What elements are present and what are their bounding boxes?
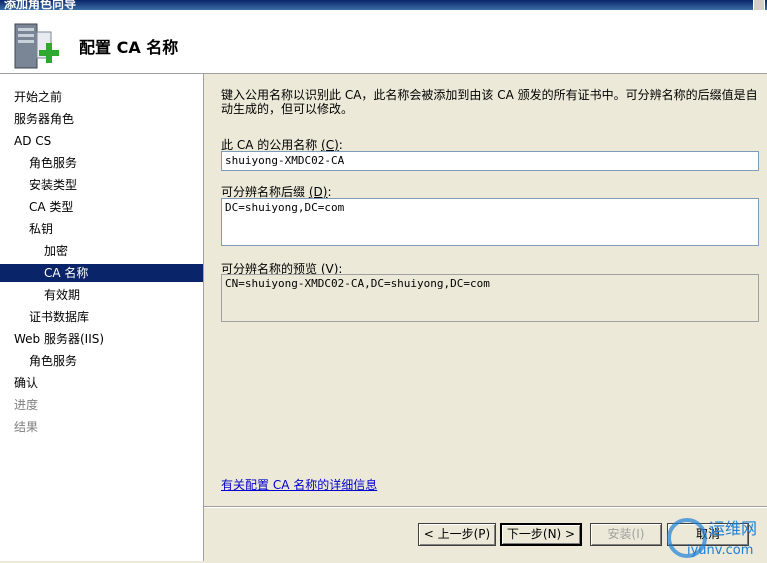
sidebar-item[interactable]: 角色服务 xyxy=(0,154,232,172)
sidebar-item[interactable]: 私钥 xyxy=(0,220,232,238)
wizard-header: 配置 CA 名称 xyxy=(0,10,767,74)
sidebar-item[interactable]: 安装类型 xyxy=(0,176,232,194)
install-button[interactable]: 安装(I) xyxy=(590,523,662,546)
window-title: 添加角色向导 xyxy=(4,0,77,10)
description-text: 键入公用名称以识别此 CA，此名称会被添加到由该 CA 颁发的所有证书中。可分辨… xyxy=(221,88,758,116)
dn-suffix-input[interactable]: DC=shuiyong,DC=com xyxy=(221,198,759,246)
sidebar-item[interactable]: CA 类型 xyxy=(0,198,232,216)
sidebar-item[interactable]: 服务器角色 xyxy=(0,110,217,128)
sidebar-item[interactable]: 确认 xyxy=(0,374,217,392)
page-title: 配置 CA 名称 xyxy=(79,38,179,57)
sidebar-item[interactable]: 角色服务 xyxy=(0,352,232,370)
main-content: 键入公用名称以识别此 CA，此名称会被添加到由该 CA 颁发的所有证书中。可分辨… xyxy=(204,74,767,561)
window-titlebar: 添加角色向导 xyxy=(0,0,767,10)
sidebar-item[interactable]: 开始之前 xyxy=(0,88,217,106)
footer-divider xyxy=(204,506,767,508)
sidebar-item[interactable]: Web 服务器(IIS) xyxy=(0,330,217,348)
cancel-button[interactable]: 取消 xyxy=(667,523,749,546)
next-button[interactable]: 下一步(N) > xyxy=(500,523,582,546)
wizard-sidebar: 开始之前 服务器角色 AD CS 角色服务 安装类型 CA 类型 私钥 加密 CA 名称 有效期证… xyxy=(0,74,204,561)
server-add-icon xyxy=(13,20,61,72)
common-name-input[interactable]: shuiyong-XMDC02-CA xyxy=(221,151,759,171)
sidebar-item[interactable]: CA 名称 xyxy=(0,264,203,282)
previous-button[interactable]: < 上一步(P) xyxy=(418,523,496,546)
help-link[interactable]: 有关配置 CA 名称的详细信息 xyxy=(221,476,377,493)
sidebar-item: 结果 xyxy=(14,420,39,434)
dn-preview-field: CN=shuiyong-XMDC02-CA,DC=shuiyong,DC=com xyxy=(221,274,759,322)
sidebar-item[interactable]: AD CS xyxy=(0,132,217,150)
sidebar-item: 进度 xyxy=(14,398,39,412)
close-icon[interactable] xyxy=(753,0,765,10)
sidebar-item[interactable]: 证书数据库 xyxy=(0,308,232,326)
